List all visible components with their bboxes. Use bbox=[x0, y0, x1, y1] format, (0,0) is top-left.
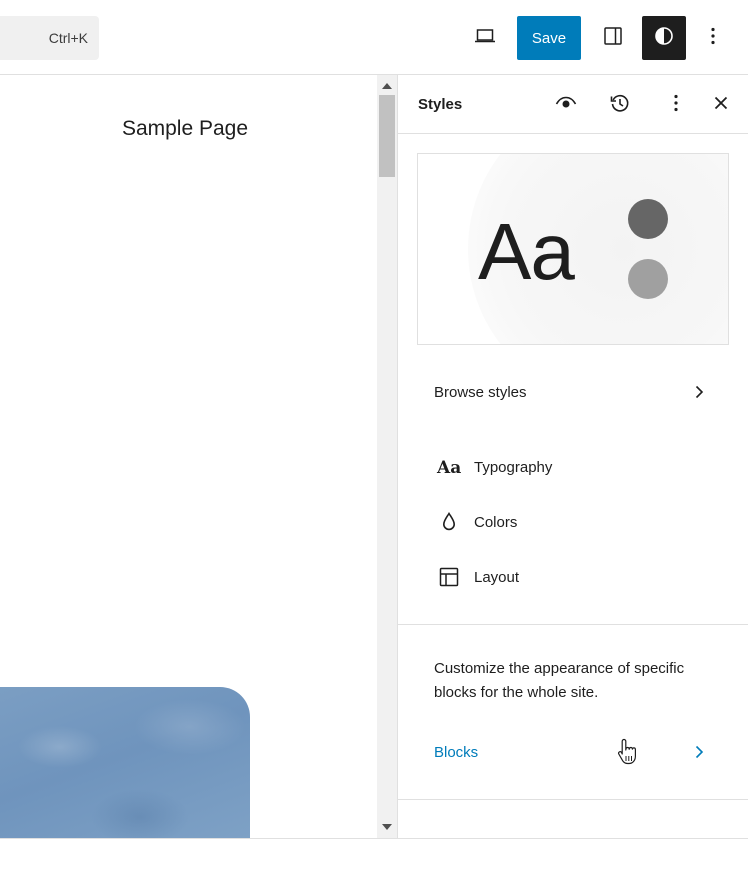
layout-label: Layout bbox=[474, 568, 520, 586]
more-vertical-icon bbox=[701, 24, 725, 53]
droplet-icon bbox=[436, 509, 462, 535]
editor-footer bbox=[0, 838, 748, 870]
scroll-down-arrow[interactable] bbox=[382, 824, 392, 830]
styles-sidebar: Styles Aa Browse styles Aa Typography Co… bbox=[398, 75, 748, 838]
svg-text:Aa: Aa bbox=[436, 458, 461, 478]
device-preview-button[interactable] bbox=[463, 16, 507, 60]
blocks-description: Customize the appearance of specific blo… bbox=[434, 660, 685, 701]
settings-sidebar-toggle[interactable] bbox=[591, 16, 635, 60]
typography-label: Typography bbox=[474, 458, 553, 476]
browse-styles-label: Browse styles bbox=[434, 383, 527, 401]
styles-toggle-button[interactable] bbox=[642, 16, 686, 60]
colors-nav-item[interactable]: Colors bbox=[398, 500, 748, 544]
save-button[interactable]: Save bbox=[517, 16, 581, 60]
page-title[interactable]: Sample Page bbox=[0, 117, 370, 141]
style-book-button[interactable] bbox=[548, 87, 584, 123]
history-icon bbox=[608, 91, 632, 120]
section-divider bbox=[398, 624, 748, 625]
chevron-right-icon bbox=[692, 385, 706, 399]
typography-icon: Aa bbox=[436, 454, 462, 480]
hand-pointer-cursor-icon bbox=[616, 737, 640, 772]
scroll-thumb[interactable] bbox=[379, 95, 395, 177]
style-preview[interactable]: Aa bbox=[417, 153, 729, 345]
command-shortcut-label: Ctrl+K bbox=[48, 30, 88, 46]
scroll-up-arrow[interactable] bbox=[382, 83, 392, 89]
blocks-nav-item[interactable]: Blocks bbox=[398, 730, 748, 774]
layout-icon bbox=[436, 564, 462, 590]
options-menu-button[interactable] bbox=[691, 16, 735, 60]
layout-nav-item[interactable]: Layout bbox=[398, 555, 748, 599]
sidebar-header: Styles bbox=[398, 75, 748, 134]
typography-nav-item[interactable]: Aa Typography bbox=[398, 445, 748, 489]
section-divider bbox=[398, 799, 748, 800]
eye-icon bbox=[554, 91, 578, 120]
editor-top-toolbar: Ctrl+K Save bbox=[0, 0, 748, 75]
sidebar-more-button[interactable] bbox=[658, 87, 694, 123]
close-icon bbox=[709, 91, 733, 120]
editor-canvas[interactable]: Sample Page bbox=[0, 75, 377, 838]
cover-image-block[interactable] bbox=[0, 687, 250, 838]
chevron-right-icon bbox=[692, 745, 706, 759]
canvas-scrollbar[interactable] bbox=[377, 75, 398, 838]
revisions-button[interactable] bbox=[602, 87, 638, 123]
sidebar-panel-icon bbox=[601, 24, 625, 53]
preview-sample-text: Aa bbox=[478, 207, 575, 296]
sidebar-title: Styles bbox=[418, 96, 463, 113]
preview-color-secondary bbox=[628, 259, 668, 299]
desktop-icon bbox=[473, 24, 497, 53]
more-vertical-icon bbox=[664, 91, 688, 120]
colors-label: Colors bbox=[474, 513, 518, 531]
command-palette-button[interactable]: Ctrl+K bbox=[0, 16, 99, 60]
preview-color-primary bbox=[628, 199, 668, 239]
blocks-link-label: Blocks bbox=[434, 743, 479, 761]
close-sidebar-button[interactable] bbox=[703, 87, 739, 123]
browse-styles-button[interactable]: Browse styles bbox=[398, 370, 748, 414]
contrast-icon bbox=[652, 24, 676, 53]
